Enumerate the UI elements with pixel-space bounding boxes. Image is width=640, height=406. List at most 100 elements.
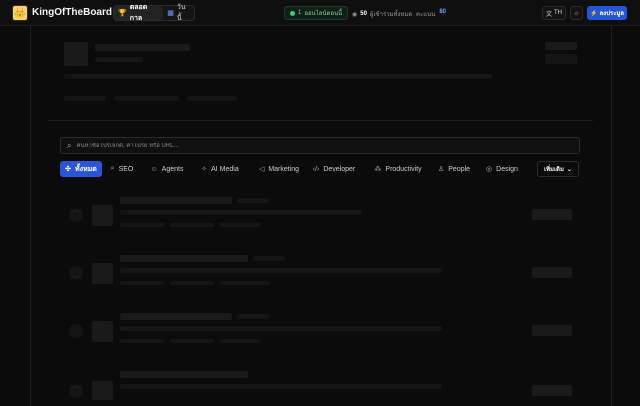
filter-label: SEO [118, 165, 134, 173]
players-stat: ◉ 50 ผู้เข้าร่วมทั้งหมด [352, 9, 412, 19]
top-bar: 👑 KingOfTheBoard 🏆 ตลอดกาล ▦ วันนี้ 1 ออ… [0, 0, 640, 26]
user-icon: ♙ [437, 166, 445, 173]
code-icon: ‹/› [312, 165, 320, 173]
filter-seo[interactable]: ⌕ SEO [106, 161, 138, 177]
skeleton-avatar [92, 381, 113, 400]
trophy-icon: 🏆 [118, 10, 127, 17]
signup-label: ลงประมูล [599, 11, 624, 17]
skeleton-avatar [64, 42, 88, 66]
zap-icon: ⁂ [374, 166, 382, 173]
skeleton-tag [64, 96, 106, 101]
online-label: ออนไลน์ตอนนี้ [304, 11, 343, 17]
skeleton-tag [120, 223, 164, 227]
players-label: ผู้เข้าร่วมทั้งหมด [369, 12, 413, 18]
sparkle-icon: ✧ [201, 166, 208, 173]
skeleton-rank [69, 324, 83, 338]
bot-icon: ☺ [150, 165, 158, 173]
online-dot-icon [290, 10, 295, 16]
online-count: 1 [298, 10, 302, 16]
skeleton-vote [532, 325, 572, 336]
skeleton-line [95, 44, 190, 51]
filter-design[interactable]: ◎ Design [484, 161, 520, 177]
calendar-icon: ▦ [167, 10, 174, 17]
skeleton-line [120, 268, 442, 273]
search-icon: ⌕ [110, 165, 115, 172]
skeleton-line [95, 57, 143, 62]
skeleton-line [120, 371, 248, 378]
filter-ai-media[interactable]: ✧ AI Media [196, 161, 244, 177]
eye-icon: ◉ [352, 11, 358, 18]
filter-label: Developer [323, 165, 356, 173]
skeleton-line [120, 210, 362, 215]
skeleton-vote [532, 267, 572, 278]
palette-icon: ◎ [486, 166, 493, 173]
bolt-icon: ⚡ [590, 10, 598, 17]
skeleton-tag [120, 339, 164, 343]
skeleton-line [237, 198, 269, 203]
skeleton-tag [187, 96, 237, 101]
filter-label: Design [496, 165, 518, 173]
tab-label: วันนี้ [176, 4, 186, 22]
language-button[interactable]: 文 TH [542, 6, 566, 20]
skeleton-tag [220, 339, 260, 343]
filter-agents[interactable]: ☺ Agents [146, 161, 188, 177]
filter-label: ทั้งหมด [75, 165, 97, 173]
skeleton-avatar [92, 263, 113, 284]
skeleton-tag [170, 281, 214, 285]
translate-icon: 文 [545, 11, 552, 18]
search-icon: ⌕ [67, 140, 72, 150]
skeleton-line [120, 326, 442, 331]
skeleton-line [64, 74, 492, 79]
search-bar: ⌕ [60, 137, 580, 154]
language-label: TH [554, 10, 562, 16]
search-input[interactable] [76, 142, 557, 149]
sun-icon: ☼ [573, 9, 580, 17]
skeleton-vote [532, 209, 572, 220]
tab-today[interactable]: ▦ วันนี้ [163, 4, 194, 22]
filter-all[interactable]: ✣ ทั้งหมด [60, 161, 102, 177]
score-value: 80 [439, 9, 446, 15]
skeleton-tag [114, 96, 179, 101]
skeleton-rank [69, 266, 83, 280]
players-count: 50 [360, 11, 367, 17]
theme-toggle-button[interactable]: ☼ [570, 6, 583, 20]
skeleton-line [120, 313, 232, 320]
skeleton-badge [545, 54, 577, 64]
filter-marketing[interactable]: ◁ Marketing [250, 161, 308, 177]
skeleton-rank [69, 208, 83, 222]
skeleton-line [120, 384, 442, 389]
skeleton-tag [170, 223, 214, 227]
filter-productivity[interactable]: ⁂ Productivity [370, 161, 426, 177]
tab-label: ตลอดกาล [129, 4, 148, 22]
skeleton-rank [69, 384, 83, 398]
filter-label: Agents [161, 165, 184, 173]
brand-name[interactable]: KingOfTheBoard [32, 7, 112, 18]
online-badge: 1 ออนไลน์ตอนนี้ [284, 6, 349, 20]
tab-all-time[interactable]: 🏆 ตลอดกาล [114, 4, 164, 22]
signup-button[interactable]: ⚡ ลงประมูล [587, 6, 627, 20]
section-divider [48, 120, 593, 121]
filter-developer[interactable]: ‹/› Developer [310, 161, 358, 177]
skeleton-vote [532, 385, 572, 396]
filter-people[interactable]: ♙ People [436, 161, 472, 177]
skeleton-avatar [92, 205, 113, 226]
skeleton-tag [120, 281, 164, 285]
skeleton-line [120, 197, 232, 204]
grid-icon: ✣ [65, 166, 72, 173]
skeleton-tag [220, 281, 270, 285]
more-filters-button[interactable]: เพิ่มเติม ⌄ [537, 161, 579, 177]
score-stat: คะแนน 80 [416, 9, 446, 19]
filter-label: Marketing [268, 165, 300, 173]
skeleton-tag [170, 339, 214, 343]
skeleton-line [237, 314, 269, 319]
filter-label: Productivity [385, 165, 422, 173]
more-label: เพิ่มเติม [544, 167, 564, 173]
crown-icon[interactable]: 👑 [12, 5, 28, 21]
chevron-down-icon: ⌄ [566, 166, 572, 173]
megaphone-icon: ◁ [258, 166, 265, 173]
skeleton-tag [220, 223, 260, 227]
range-toggle: 🏆 ตลอดกาล ▦ วันนี้ [113, 4, 195, 22]
filter-label: AI Media [211, 165, 239, 173]
score-label: คะแนน [416, 12, 436, 18]
filter-label: People [448, 165, 471, 173]
